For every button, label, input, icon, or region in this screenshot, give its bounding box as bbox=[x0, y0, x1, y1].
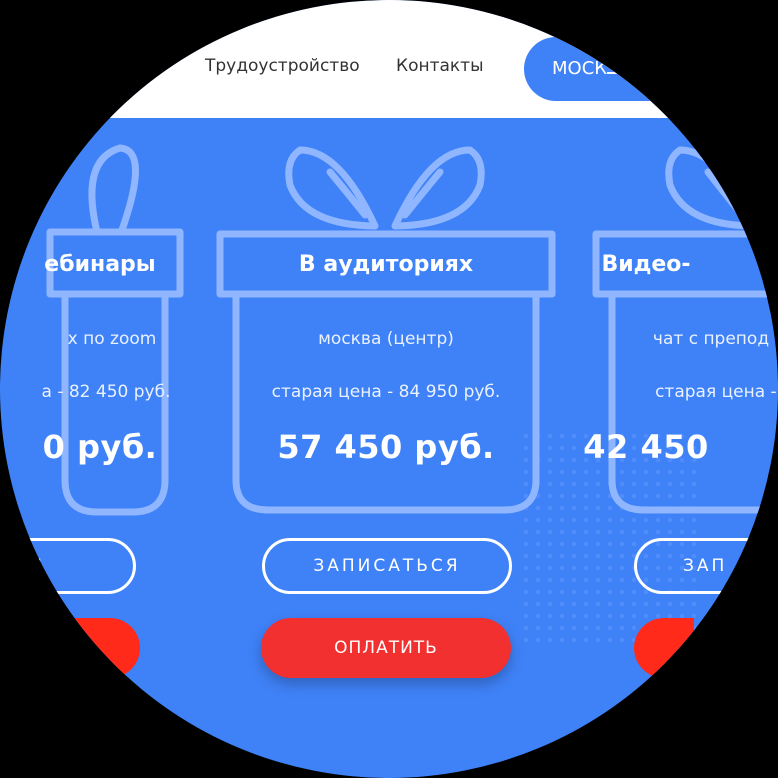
card-format: чат с препод bbox=[652, 329, 770, 349]
pay-button-partial[interactable] bbox=[634, 618, 694, 678]
enroll-button[interactable]: ЗАП bbox=[634, 538, 778, 594]
card-title: Видео- bbox=[601, 252, 691, 277]
card-location: москва (центр) bbox=[318, 329, 454, 349]
pay-button-partial[interactable] bbox=[70, 618, 140, 678]
enroll-button[interactable]: ТЬСЯ bbox=[0, 538, 136, 594]
pay-button-label: ОПЛАТИТЬ bbox=[334, 638, 438, 658]
viewport-circle: Трудоустройство Контакты МОСК ебинары х … bbox=[0, 0, 778, 778]
enroll-button-label: ЗАП bbox=[683, 556, 728, 576]
pay-button[interactable]: ОПЛАТИТЬ bbox=[261, 618, 511, 678]
card-price: 42 450 bbox=[583, 428, 709, 466]
enroll-button-label: ЗАПИСАТЬСЯ bbox=[313, 556, 461, 576]
enroll-button[interactable]: ЗАПИСАТЬСЯ bbox=[262, 538, 512, 594]
course-card-auditorium: В аудиториях москва (центр) старая цена … bbox=[216, 0, 556, 778]
enroll-button-label: ТЬСЯ bbox=[0, 556, 45, 576]
card-old-price: старая цена - 84 950 руб. bbox=[271, 382, 501, 402]
card-old-price: старая цена - 7 bbox=[655, 382, 778, 402]
